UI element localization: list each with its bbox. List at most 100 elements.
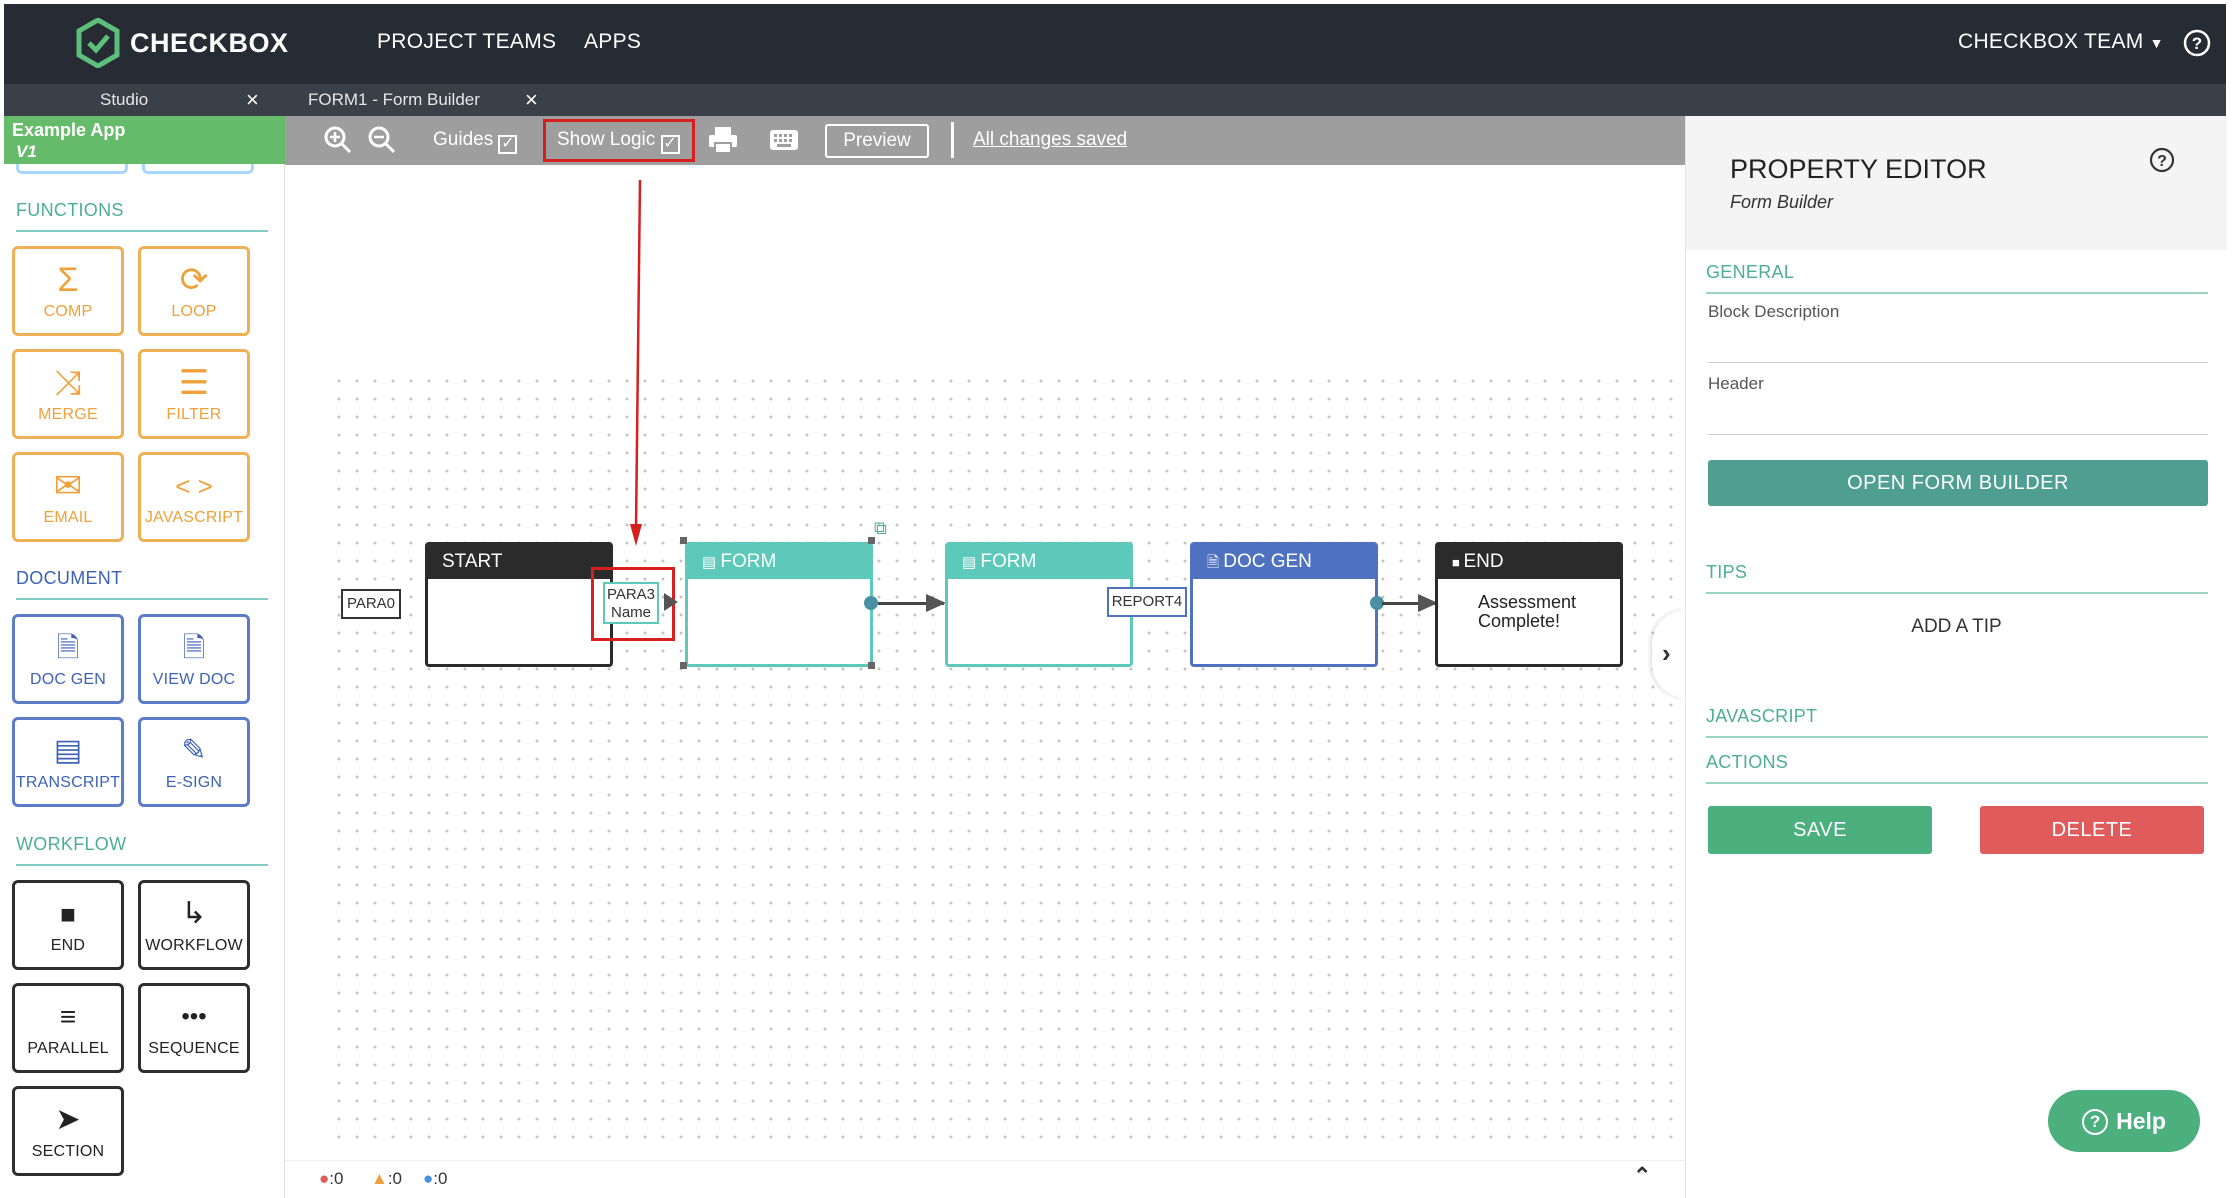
app-name: Example App: [12, 120, 126, 140]
tool-javascript[interactable]: < > JAVASCRIPT: [138, 452, 250, 542]
tab-studio-close-icon[interactable]: ×: [246, 84, 259, 116]
node-title: DOC GEN: [1223, 551, 1312, 572]
divider: [1706, 782, 2208, 784]
tab-form-builder-close-icon[interactable]: ×: [525, 84, 538, 116]
field-underline: [1708, 434, 2208, 435]
divider: [1706, 736, 2208, 738]
tool-merge[interactable]: ⤨ MERGE: [12, 349, 124, 439]
help-label: Help: [2116, 1108, 2166, 1134]
block-description-input[interactable]: [1708, 324, 2208, 358]
tool-email[interactable]: ✉ EMAIL: [12, 452, 124, 542]
checkbox-checked-icon: ✓: [498, 135, 518, 154]
code-icon: < >: [175, 471, 213, 501]
sequence-icon: •••: [181, 1003, 207, 1030]
node-form-1[interactable]: ▤ FORM: [685, 542, 873, 667]
info-count[interactable]: ●:0: [423, 1169, 447, 1189]
nav-project-teams[interactable]: PROJECT TEAMS: [377, 30, 556, 54]
section-javascript[interactable]: JAVASCRIPT: [1706, 706, 1817, 727]
tab-form-builder[interactable]: FORM1 - Form Builder: [308, 84, 480, 116]
app-banner[interactable]: Example App V1: [4, 116, 285, 164]
keyboard-icon[interactable]: [769, 129, 799, 156]
tool-section[interactable]: ➤ SECTION: [12, 1086, 124, 1176]
chevron-up-icon[interactable]: ⌃: [1633, 1163, 1651, 1189]
show-logic-label: Show Logic: [557, 129, 656, 150]
warning-count[interactable]: ▲:0: [371, 1169, 402, 1189]
team-menu[interactable]: CHECKBOX TEAM ▼: [1958, 30, 2164, 54]
tool-filter[interactable]: ☰ FILTER: [138, 349, 250, 439]
node-form-2[interactable]: ▤ FORM: [945, 542, 1133, 667]
connector-dot[interactable]: [864, 596, 878, 610]
section-title-document: DOCUMENT: [16, 568, 123, 588]
delete-button[interactable]: DELETE: [1980, 806, 2204, 854]
tool-workflow[interactable]: ↳ WORKFLOW: [138, 880, 250, 970]
tab-bar: Studio × FORM1 - Form Builder ×: [4, 84, 2226, 116]
help-button[interactable]: ? Help: [2048, 1090, 2200, 1152]
toolbar-divider: [951, 122, 954, 158]
zoom-in-icon[interactable]: [323, 125, 353, 160]
add-tip-label: ADD A TIP: [1911, 616, 2002, 637]
tool-label: COMP: [43, 303, 93, 320]
tool-comp[interactable]: Σ COMP: [12, 246, 124, 336]
port-para3-label: PARA3: [606, 586, 656, 603]
guides-toggle[interactable]: Guides ✓: [433, 128, 518, 154]
section-actions[interactable]: ACTIONS: [1706, 752, 1788, 773]
tool-label: END: [50, 937, 86, 954]
error-icon: ●: [319, 1169, 330, 1188]
chevron-block-icon: ➤: [55, 1103, 81, 1136]
top-navbar: CHECKBOX PROJECT TEAMS APPS CHECKBOX TEA…: [4, 4, 2226, 84]
tool-parallel[interactable]: ≡ PARALLEL: [12, 983, 124, 1073]
selection-handle[interactable]: [868, 662, 875, 669]
team-name: CHECKBOX TEAM: [1958, 30, 2144, 53]
selection-handle[interactable]: [680, 662, 687, 669]
info-icon: ●: [423, 1169, 434, 1188]
sigma-icon: Σ: [57, 261, 79, 299]
annotation-arrow: [630, 179, 650, 550]
divider: [1706, 292, 2208, 294]
tool-label: PARALLEL: [27, 1040, 109, 1057]
block-description-label: Block Description: [1708, 302, 1840, 321]
tool-view-doc[interactable]: 🗎 VIEW DOC: [138, 614, 250, 704]
tool-transcript[interactable]: ▤ TRANSCRIPT: [12, 717, 124, 807]
copy-icon[interactable]: ⧉: [874, 518, 887, 539]
add-tip-link[interactable]: ADD A TIP: [1686, 616, 2227, 638]
brand-name[interactable]: CHECKBOX: [130, 28, 289, 59]
port-para0[interactable]: PARA0: [341, 589, 401, 619]
warning-count-value: :0: [387, 1169, 403, 1188]
property-editor-title: PROPERTY EDITOR: [1730, 154, 1987, 184]
doc-plus-icon: 🗎: [56, 632, 80, 663]
question-circle-icon[interactable]: ?: [2148, 146, 2176, 179]
component-sidebar: FUNCTIONS Σ COMP ⟳ LOOP ⤨ MERGE ☰ FILTER ✉ EM…: [4, 116, 285, 1198]
tool-sequence[interactable]: ••• SEQUENCE: [138, 983, 250, 1073]
preview-button[interactable]: Preview: [825, 124, 929, 158]
node-doc-gen[interactable]: 🗎 DOC GEN: [1190, 542, 1378, 667]
error-count[interactable]: ●:0: [319, 1169, 343, 1189]
status-bar: ●:0 ▲:0 ●:0 ⌃: [285, 1160, 1685, 1198]
nav-apps[interactable]: APPS: [584, 30, 641, 54]
tool-doc-gen[interactable]: 🗎 DOC GEN: [12, 614, 124, 704]
header-label: Header: [1708, 374, 1764, 393]
question-circle-icon[interactable]: ?: [2182, 28, 2212, 63]
node-end[interactable]: ■ END Assessment Complete!: [1435, 542, 1623, 667]
zoom-out-icon[interactable]: [367, 125, 397, 160]
show-logic-toggle[interactable]: Show Logic ✓: [557, 128, 680, 154]
section-general: GENERAL: [1706, 262, 1795, 282]
print-icon[interactable]: [707, 125, 739, 160]
port-report4[interactable]: REPORT4: [1107, 587, 1187, 617]
merge-icon: ⤨: [54, 364, 82, 402]
app-version: V1: [16, 142, 37, 161]
tool-loop[interactable]: ⟳ LOOP: [138, 246, 250, 336]
tab-studio[interactable]: Studio: [100, 84, 148, 116]
selection-handle[interactable]: [680, 537, 687, 544]
tool-end[interactable]: ■ END: [12, 880, 124, 970]
node-title: END: [1463, 551, 1504, 572]
tool-label: JAVASCRIPT: [144, 509, 244, 526]
tool-label: VIEW DOC: [152, 671, 236, 688]
header-input[interactable]: [1708, 396, 2208, 430]
open-form-builder-button[interactable]: OPEN FORM BUILDER: [1708, 460, 2208, 506]
save-button[interactable]: SAVE: [1708, 806, 1932, 854]
save-status-link[interactable]: All changes saved: [973, 128, 1127, 152]
node-title: START: [428, 545, 610, 579]
node-start[interactable]: START: [425, 542, 613, 667]
tool-e-sign[interactable]: ✎ E-SIGN: [138, 717, 250, 807]
port-para3[interactable]: PARA3 Name: [603, 582, 659, 624]
